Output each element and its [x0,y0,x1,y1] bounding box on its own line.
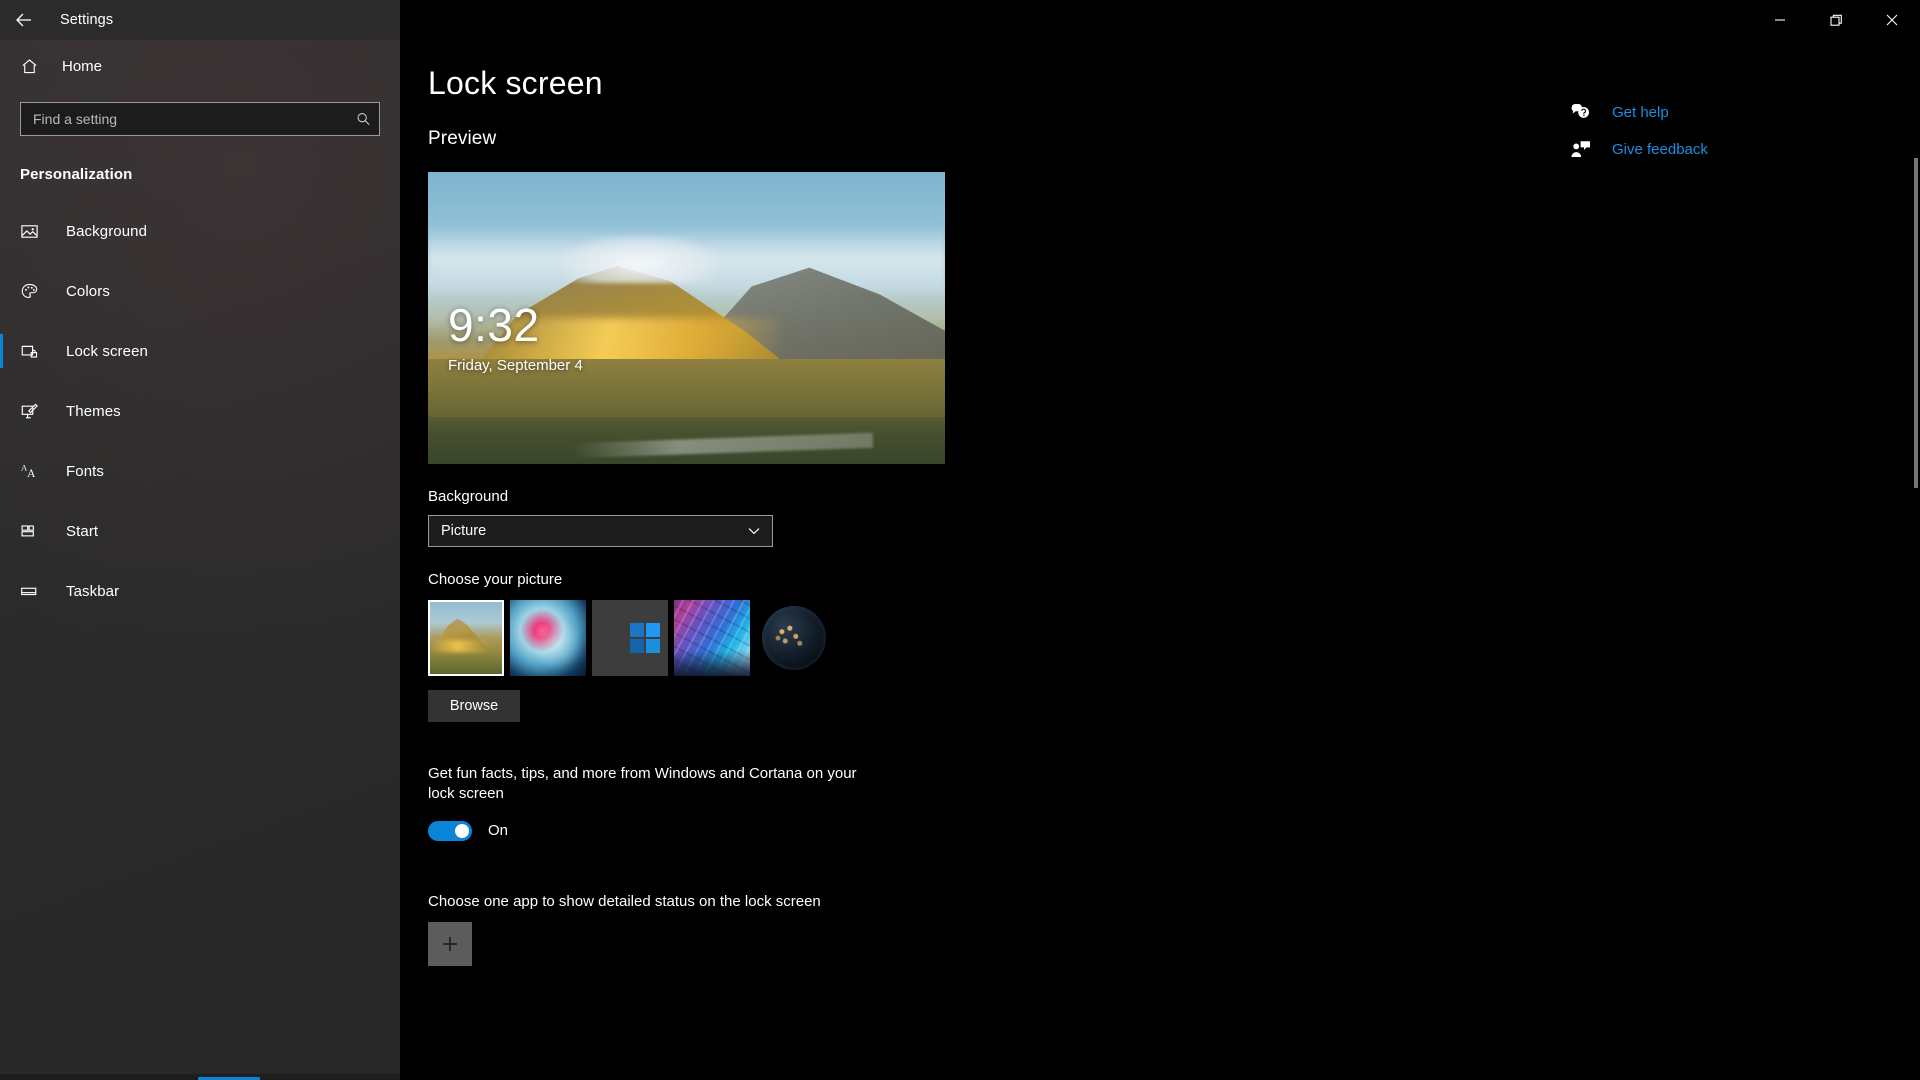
give-feedback-link[interactable]: Give feedback [1570,139,1800,159]
window-title: Settings [60,12,114,28]
fun-facts-toggle-row: On [428,820,1920,841]
svg-text:A: A [27,468,36,480]
back-arrow-icon [16,13,31,27]
background-label: Background [428,488,509,505]
start-icon [20,522,48,541]
sidebar-item-label: Themes [66,402,121,420]
scrollbar-thumb[interactable] [1914,158,1918,488]
content-scrollbar[interactable] [1914,110,1918,1080]
chevron-down-icon [746,523,762,539]
title-bar: Settings [0,0,1920,40]
choose-picture-label: Choose your picture [428,571,563,588]
sidebar-item-start[interactable]: Start [0,501,400,561]
themes-icon [20,402,48,421]
sidebar-item-label: Background [66,222,148,240]
close-button[interactable] [1864,0,1920,40]
image-icon [20,222,48,241]
page-title: Lock screen [428,65,603,101]
background-dropdown-value: Picture [441,523,487,539]
globe-icon [762,606,826,670]
detailed-status-label: Choose one app to show detailed status o… [428,892,821,910]
thumbnail-windows-logo-dark[interactable] [592,600,668,676]
feedback-icon [1570,139,1600,159]
toggle-knob [455,823,469,838]
sidebar-nav: Background Colors Lock screen Themes A A… [0,201,400,621]
sidebar-category-title: Personalization [20,166,133,183]
search-wrapper [0,88,400,136]
picture-thumbnail-list [428,600,1920,676]
selection-accent [0,214,3,248]
home-label: Home [62,57,103,75]
selection-accent [0,514,3,548]
thumbnail-landscape-mountain[interactable] [428,600,504,676]
selection-accent [0,394,3,428]
fun-facts-description: Get fun facts, tips, and more from Windo… [428,765,857,803]
thumbnail-flower-burst[interactable] [510,600,586,676]
window-controls [1752,0,1920,40]
close-icon [1886,14,1898,26]
minimize-button[interactable] [1752,0,1808,40]
sidebar: Home Personalization [0,40,400,1080]
preview-cloud-cap [562,236,718,283]
back-button[interactable] [0,0,48,40]
content-area: Lock screen Preview 9:32 Friday, Septemb… [400,40,1920,1080]
get-help-label: Get help [1612,103,1669,121]
taskbar-icon [20,582,48,601]
search-box[interactable] [20,102,380,136]
restore-icon [1829,14,1842,26]
lock-screen-icon [20,342,48,361]
lock-screen-preview: 9:32 Friday, September 4 [428,172,945,464]
title-bar-fill [400,0,1920,40]
help-bubble-icon [1570,102,1600,122]
sidebar-item-themes[interactable]: Themes [0,381,400,441]
sidebar-item-colors[interactable]: Colors [0,261,400,321]
sidebar-item-taskbar[interactable]: Taskbar [0,561,400,621]
get-help-link[interactable]: Get help [1570,102,1800,122]
restore-button[interactable] [1808,0,1864,40]
search-icon [356,112,371,127]
add-detailed-status-app-button[interactable] [428,921,472,966]
preview-clock: 9:32 [448,299,540,351]
sidebar-item-label: Fonts [66,462,105,480]
palette-icon [20,282,48,301]
thumbnail-circuit-board[interactable] [674,600,750,676]
minimize-icon [1775,19,1785,21]
sidebar-item-home[interactable]: Home [0,44,400,88]
home-icon [20,57,50,76]
preview-date: Friday, September 4 [448,357,583,374]
fonts-icon: A A [20,461,48,482]
thumbnail-earth-at-night[interactable] [756,600,832,676]
selection-accent [0,274,3,308]
help-links: Get help Give feedback [1570,102,1800,176]
settings-window: Settings Home Find a setting Personaliza… [0,0,1920,1080]
sidebar-item-label: Colors [66,282,110,300]
sidebar-item-label: Lock screen [66,342,148,360]
browse-button[interactable]: Browse [428,690,520,722]
fun-facts-toggle[interactable] [428,820,472,841]
sidebar-item-background[interactable]: Background [0,201,400,261]
windows-logo-icon [630,623,660,653]
plus-icon [443,936,457,951]
selection-accent [0,454,3,488]
give-feedback-label: Give feedback [1612,140,1708,158]
sidebar-item-label: Taskbar [66,582,120,600]
sidebar-item-fonts[interactable]: A A Fonts [0,441,400,501]
sidebar-item-lock-screen[interactable]: Lock screen [0,321,400,381]
title-bar-left: Settings [0,0,400,40]
selection-accent [0,334,3,368]
background-dropdown[interactable]: Picture [428,515,773,547]
fun-facts-toggle-state: On [488,822,509,839]
search-input[interactable] [21,111,379,127]
sidebar-item-label: Start [66,522,99,540]
selection-accent [0,574,3,608]
